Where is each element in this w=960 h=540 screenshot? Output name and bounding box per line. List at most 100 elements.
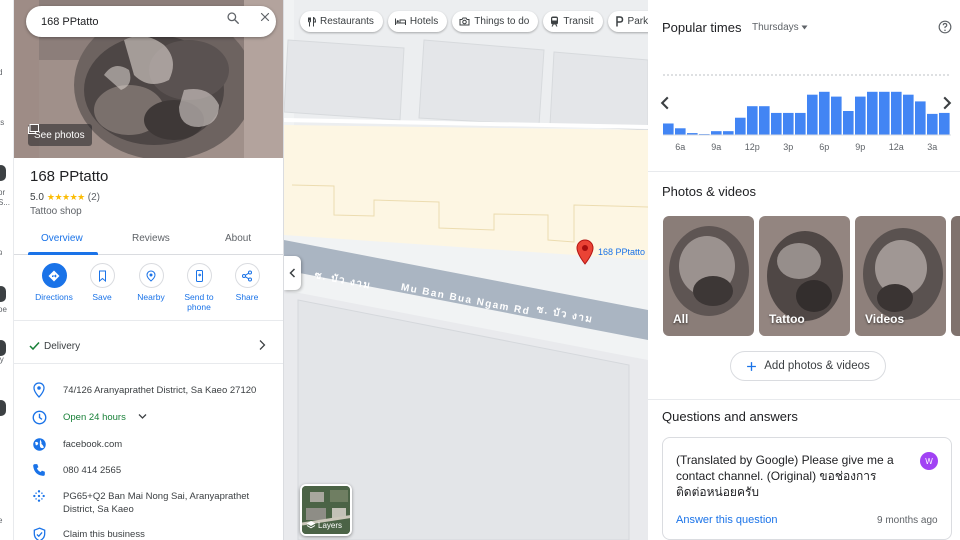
hour-tick-label: 12p	[745, 142, 760, 152]
location-pin-icon	[33, 382, 45, 398]
phone-row[interactable]: 080 414 2565	[14, 460, 283, 482]
nearby-icon	[146, 269, 156, 282]
chip-parking[interactable]: Parking	[607, 11, 648, 32]
chevron-down-icon[interactable]	[138, 413, 147, 420]
chip-restaurants-label: Restaurants	[320, 16, 374, 27]
save-label: Save	[92, 292, 112, 302]
result-thumbnail[interactable]	[0, 286, 6, 302]
place-category[interactable]: Tattoo shop	[30, 206, 82, 217]
photo-tile-tattoo[interactable]: Tattoo	[759, 216, 850, 336]
popular-times-bar[interactable]	[795, 112, 806, 135]
strip-fragment: d	[0, 68, 2, 77]
result-thumbnail[interactable]	[0, 400, 6, 416]
popular-times-bar[interactable]	[831, 96, 842, 135]
fork-knife-icon	[308, 16, 316, 26]
question-timestamp: 9 months ago	[877, 515, 938, 526]
chip-things-to-do-label: Things to do	[474, 16, 530, 27]
place-pin-label[interactable]: 168 PPtatto	[598, 247, 645, 257]
website-row[interactable]: facebook.com	[14, 434, 283, 456]
map-canvas[interactable]: Restaurants Hotels Things to do Transit …	[284, 0, 648, 540]
day-selector[interactable]: Thursdays	[752, 22, 808, 33]
popular-times-bar[interactable]	[939, 112, 950, 135]
search-input[interactable]	[41, 12, 201, 31]
photo-tile-partial-image	[951, 216, 960, 336]
tab-overview[interactable]: Overview	[41, 233, 83, 244]
claim-business-row[interactable]: Claim this business	[14, 524, 283, 540]
search-button[interactable]	[226, 11, 248, 33]
directions-button[interactable]: Directions	[29, 263, 79, 302]
search-box[interactable]	[26, 6, 276, 37]
popular-times-bar[interactable]	[843, 111, 854, 135]
review-count-link[interactable]: (2)	[88, 192, 100, 203]
popular-times-bar[interactable]	[819, 91, 830, 135]
avatar[interactable]: W	[920, 452, 938, 470]
hour-tick-label: 12a	[889, 142, 904, 152]
chip-transit[interactable]: Transit	[543, 11, 603, 32]
popular-times-bar[interactable]	[807, 94, 818, 135]
address-text: 74/126 Aranyaprathet District, Sa Kaeo 2…	[63, 385, 257, 396]
send-to-phone-button[interactable]: Send to phone	[174, 263, 224, 312]
previous-results-strip[interactable]: d ts pr S... ว oe ly e	[0, 0, 14, 540]
category-chips: Restaurants Hotels Things to do Transit …	[300, 11, 648, 33]
result-thumbnail[interactable]	[0, 340, 6, 356]
add-photos-label: Add photos & videos	[764, 360, 870, 372]
delivery-row[interactable]: Delivery	[14, 330, 283, 364]
layers-button[interactable]: Layers	[300, 484, 352, 536]
clear-search-button[interactable]	[259, 11, 281, 33]
collapse-panel-button[interactable]	[284, 256, 301, 290]
popular-times-bar[interactable]	[675, 128, 686, 135]
plus-code-text: PG65+Q2 Ban Mai Nong Sai, Aranyaprathet …	[63, 491, 250, 515]
popular-times-bar[interactable]	[891, 91, 902, 135]
address-row[interactable]: 74/126 Aranyaprathet District, Sa Kaeo 2…	[14, 380, 283, 402]
popular-times-bar[interactable]	[747, 106, 758, 135]
popular-times-bar[interactable]	[735, 117, 746, 135]
result-thumbnail[interactable]	[0, 165, 6, 181]
parking-icon	[615, 16, 623, 27]
chip-parking-label: Parking	[627, 16, 648, 27]
details-panel: Popular times Thursdays 6a 9a 12p 3p 6p 9p 12a…	[648, 0, 960, 540]
close-icon	[260, 12, 270, 22]
popular-times-bar[interactable]	[759, 106, 770, 135]
tab-about[interactable]: About	[225, 233, 251, 244]
chevron-right-icon	[259, 340, 266, 350]
chip-restaurants[interactable]: Restaurants	[300, 11, 383, 32]
popular-times-bar[interactable]	[903, 94, 914, 135]
action-buttons: Directions Save Nearby Send to phone Sha…	[14, 263, 283, 321]
popular-times-bar[interactable]	[867, 91, 878, 135]
hours-row[interactable]: Open 24 hours	[14, 407, 283, 429]
hour-tick-label: 3p	[783, 142, 793, 152]
question-card: (Translated by Google) Please give me a …	[662, 437, 952, 540]
place-hero-photo[interactable]: See photos	[14, 0, 283, 158]
popular-times-bar[interactable]	[783, 112, 794, 135]
photo-tile-partial[interactable]	[951, 216, 960, 336]
save-button[interactable]: Save	[77, 263, 127, 302]
nearby-button[interactable]: Nearby	[126, 263, 176, 302]
popular-times-bar[interactable]	[711, 131, 722, 135]
chip-hotels[interactable]: Hotels	[387, 11, 448, 32]
tab-reviews[interactable]: Reviews	[132, 233, 170, 244]
popular-times-bar[interactable]	[915, 101, 926, 135]
hour-tick-label: 9a	[711, 142, 721, 152]
layers-icon	[306, 521, 316, 529]
train-icon	[551, 16, 559, 27]
globe-icon	[32, 437, 46, 451]
map-base-layer	[284, 0, 648, 540]
place-pin-icon[interactable]	[576, 239, 594, 265]
chip-things-to-do[interactable]: Things to do	[452, 11, 539, 32]
popular-times-bar[interactable]	[723, 131, 734, 135]
photo-tile-videos[interactable]: Videos	[855, 216, 946, 336]
chevron-left-icon	[289, 268, 296, 278]
add-photos-button[interactable]: Add photos & videos	[730, 351, 886, 381]
answer-question-link[interactable]: Answer this question	[676, 514, 778, 526]
help-icon[interactable]	[938, 20, 952, 34]
popular-times-bar[interactable]	[927, 113, 938, 135]
share-button[interactable]: Share	[222, 263, 272, 302]
popular-times-bar[interactable]	[855, 96, 866, 135]
popular-times-bar[interactable]	[663, 123, 674, 135]
popular-times-bar[interactable]	[771, 112, 782, 135]
popular-times-bar[interactable]	[879, 91, 890, 135]
hour-tick-label: 9p	[855, 142, 865, 152]
see-photos-button[interactable]: See photos	[28, 124, 92, 146]
plus-code-row[interactable]: PG65+Q2 Ban Mai Nong Sai, Aranyaprathet …	[14, 486, 283, 518]
photo-tile-all[interactable]: All	[663, 216, 754, 336]
